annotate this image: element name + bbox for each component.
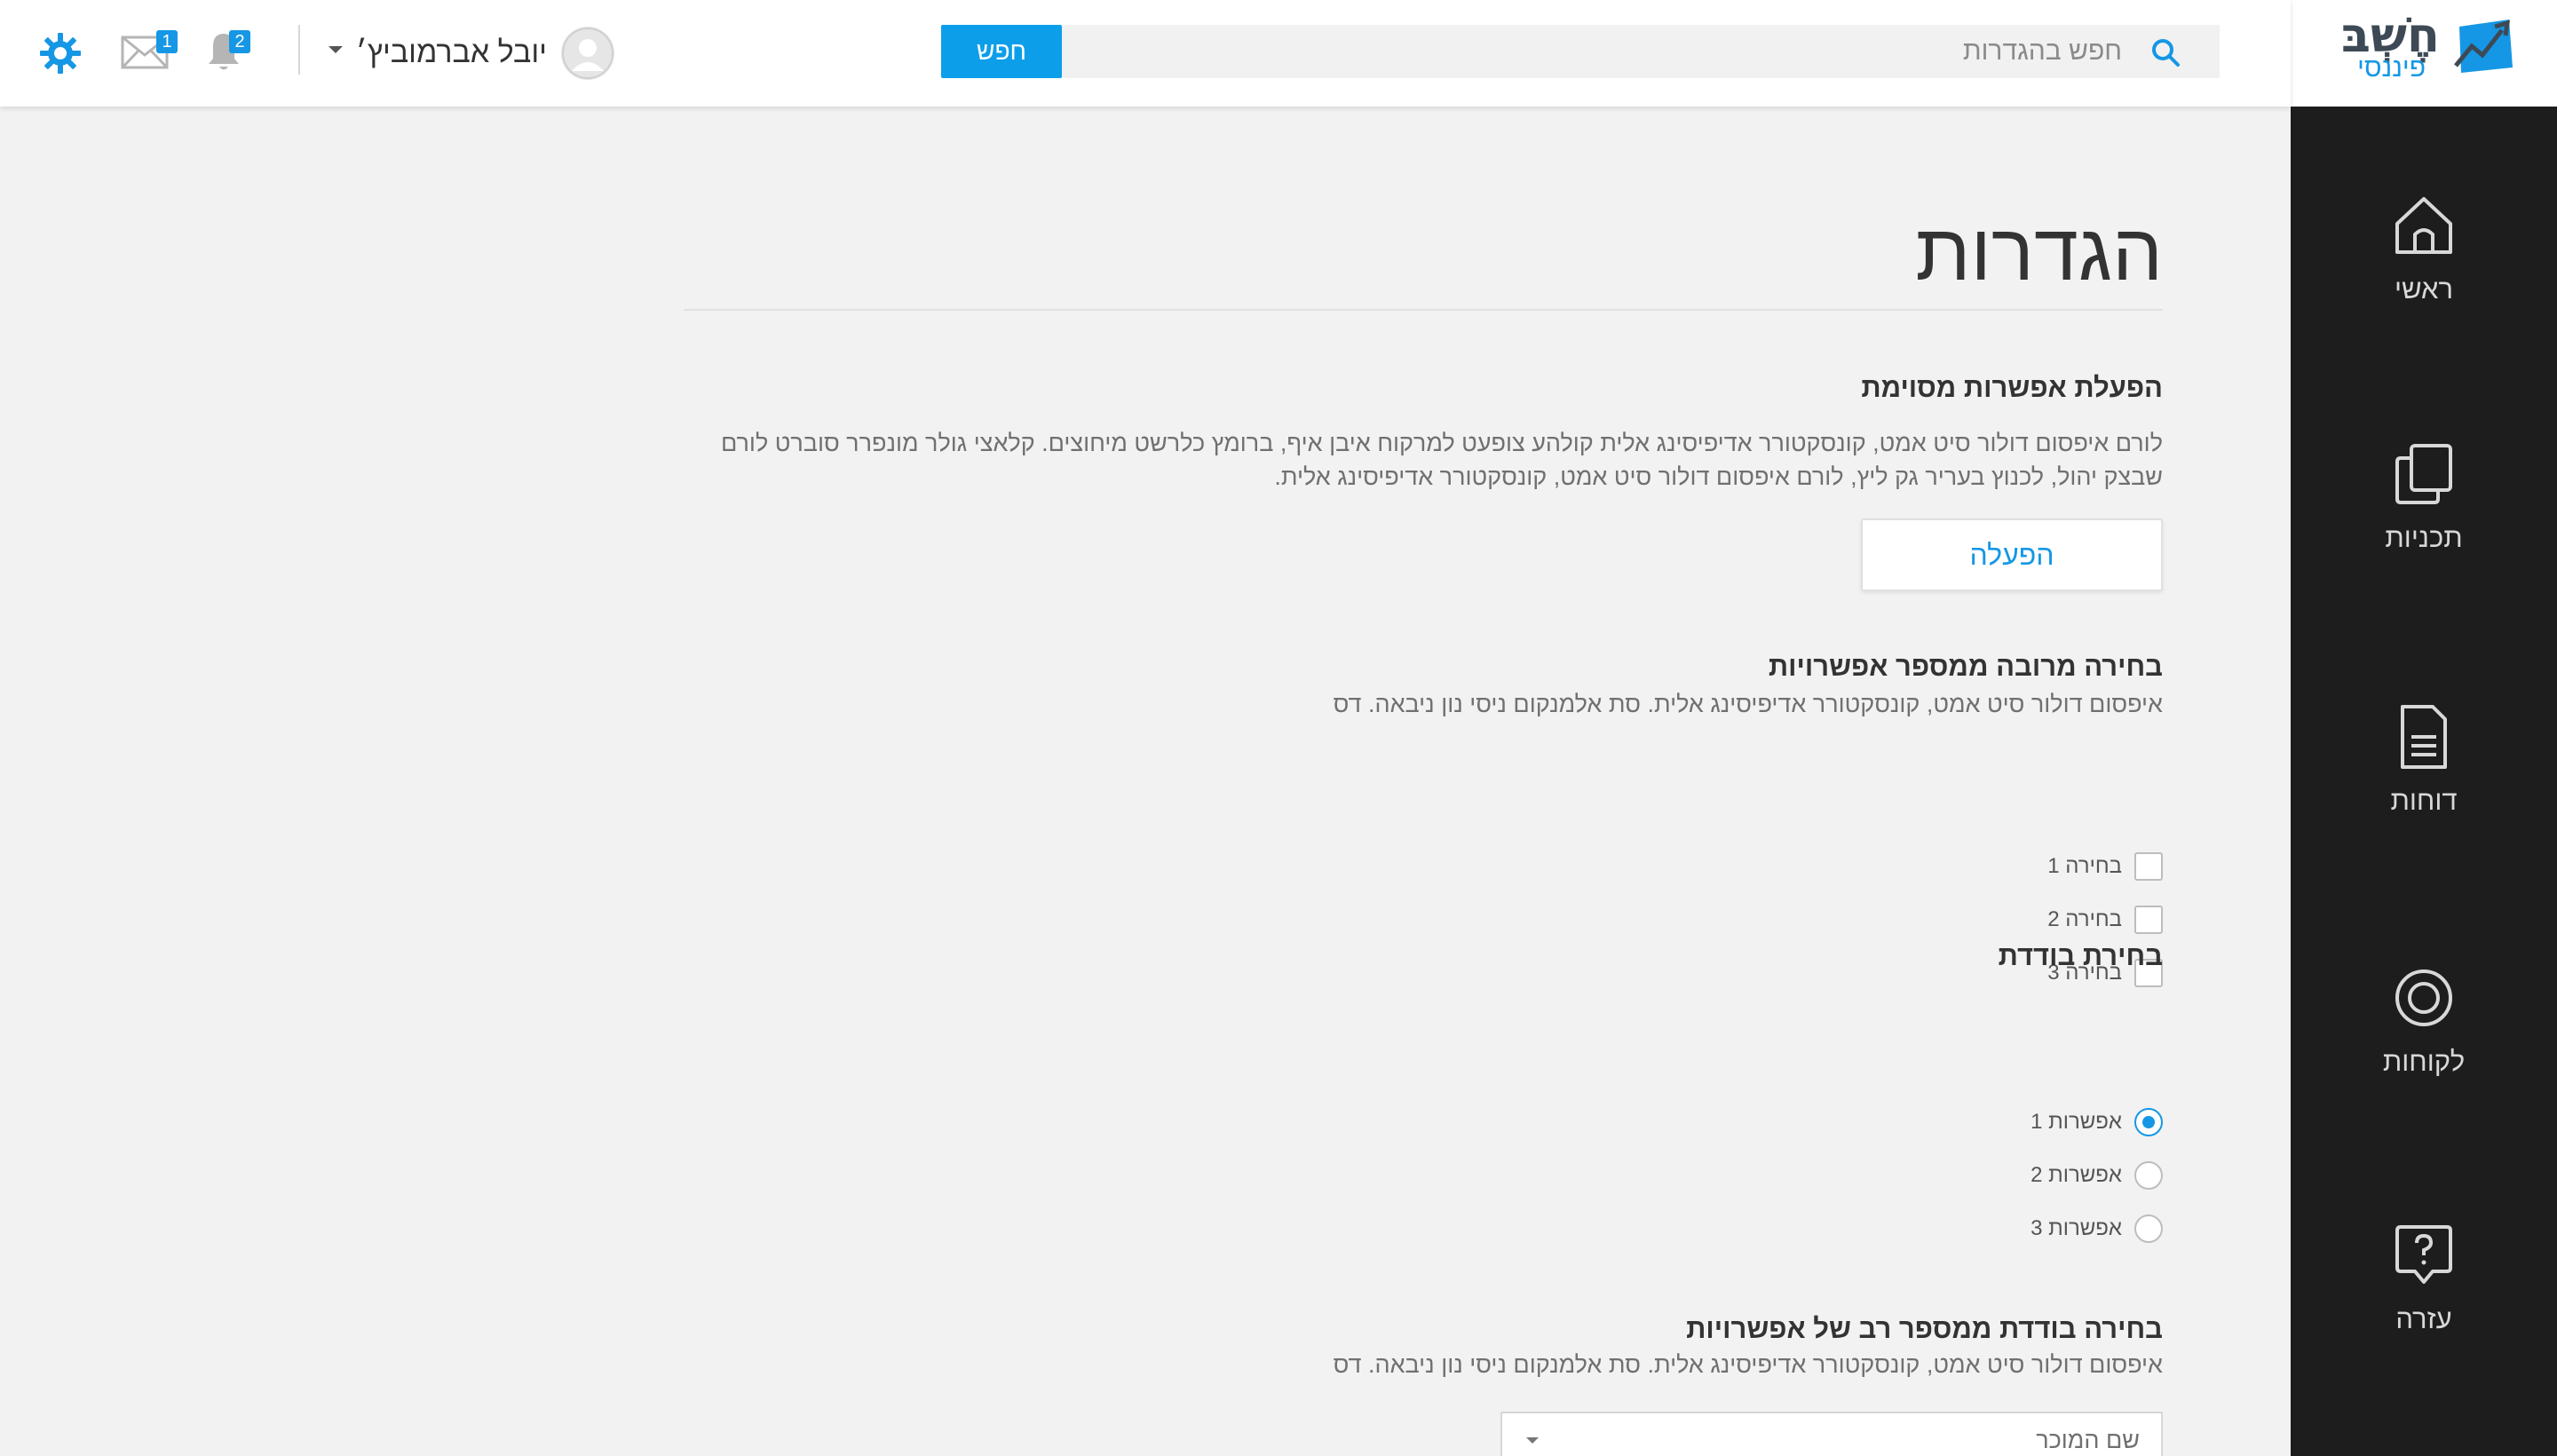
brand-logo[interactable]: חֶשְׁבּ פיננסי xyxy=(2291,0,2557,107)
sidebar-item-label: דוחות xyxy=(2390,785,2458,816)
notifications-badge: 2 xyxy=(229,30,250,53)
brand-subtitle: פיננסי xyxy=(2357,53,2426,83)
sidebar-item-home[interactable]: ראשי xyxy=(2291,190,2557,323)
document-icon xyxy=(2401,705,2447,769)
radio-button-selected[interactable] xyxy=(2134,1108,2163,1136)
search-button[interactable]: חפש xyxy=(941,25,1062,78)
section-title-activation: הפעלת אפשרות מסוימת xyxy=(1861,372,2163,403)
page-title: הגדרות xyxy=(1915,209,2163,297)
checkbox-option-2[interactable]: בחירה 2 xyxy=(2047,904,2163,936)
top-header: חפש יובל אברמוביץ׳ 2 1 xyxy=(0,0,2291,107)
section-description-dropdown-select: איפסום דולור סיט אמט, קונסקטורר אדיפיסינ… xyxy=(1333,1351,2163,1378)
search-input[interactable] xyxy=(1145,25,2122,78)
checkbox-label: בחירה 2 xyxy=(2047,907,2122,931)
search-bar xyxy=(1062,25,2220,78)
sidebar-item-plans[interactable]: תכניות xyxy=(2291,439,2557,572)
chevron-down-icon xyxy=(1526,1437,1539,1444)
gear-icon[interactable] xyxy=(39,32,82,75)
sidebar-item-label: לקוחות xyxy=(2382,1046,2466,1077)
select-placeholder: שם המוכר xyxy=(2036,1427,2140,1453)
radio-option-1[interactable]: אפשרות 1 xyxy=(2031,1106,2163,1138)
messages-badge: 1 xyxy=(156,30,178,53)
radio-option-2[interactable]: אפשרות 2 xyxy=(2031,1159,2163,1191)
user-name[interactable]: יובל אברמוביץ׳ xyxy=(356,34,547,71)
section-description-activation: לורם איפסום דולור סיט אמט, קונסקטורר אדי… xyxy=(721,430,2163,490)
sidebar-item-label: עזרה xyxy=(2395,1303,2452,1334)
logo-chart-icon xyxy=(2454,20,2513,73)
home-icon xyxy=(2395,197,2452,254)
checkbox[interactable] xyxy=(2134,906,2163,934)
radio-option-3[interactable]: אפשרות 3 xyxy=(2031,1213,2163,1245)
activate-button[interactable]: הפעלה xyxy=(1861,518,2163,591)
checkbox-option-1[interactable]: בחירה 1 xyxy=(2047,851,2163,882)
copy-icon xyxy=(2395,444,2452,504)
chevron-down-icon[interactable] xyxy=(325,43,346,57)
radio-label: אפשרות 1 xyxy=(2031,1110,2122,1134)
sidebar-item-reports[interactable]: דוחות xyxy=(2291,701,2557,835)
title-divider xyxy=(684,309,2163,311)
sidebar-item-clients[interactable]: לקוחות xyxy=(2291,962,2557,1096)
target-icon xyxy=(2395,969,2452,1026)
checkbox[interactable] xyxy=(2134,852,2163,881)
section-title-single-select: בחירת בודדת xyxy=(1998,940,2163,971)
sidebar: חֶשְׁבּ פיננסי ראשי תכניות דוחות לקוחות xyxy=(2291,0,2557,1456)
section-title-dropdown-select: בחירה בודדת ממספר רב של אפשרויות xyxy=(1686,1313,2163,1344)
checkbox-label: בחירה 1 xyxy=(2047,854,2122,878)
radio-label: אפשרות 3 xyxy=(2031,1216,2122,1240)
avatar[interactable] xyxy=(561,27,614,80)
radio-button[interactable] xyxy=(2134,1161,2163,1190)
header-divider xyxy=(298,25,300,75)
sidebar-item-label: תכניות xyxy=(2385,522,2463,553)
help-icon xyxy=(2395,1225,2452,1284)
user-icon xyxy=(562,28,614,79)
sidebar-item-label: ראשי xyxy=(2394,273,2454,305)
sidebar-item-help[interactable]: עזרה xyxy=(2291,1220,2557,1353)
seller-select[interactable]: שם המוכר xyxy=(1500,1412,2163,1456)
section-title-multi-select: בחירה מרובה ממספר אפשרויות xyxy=(1768,651,2163,682)
radio-button[interactable] xyxy=(2134,1215,2163,1243)
section-description-multi-select: איפסום דולור סיט אמט, קונסקטורר אדיפיסינ… xyxy=(1333,691,2163,717)
radio-label: אפשרות 2 xyxy=(2031,1163,2122,1187)
search-icon[interactable] xyxy=(2150,37,2181,67)
